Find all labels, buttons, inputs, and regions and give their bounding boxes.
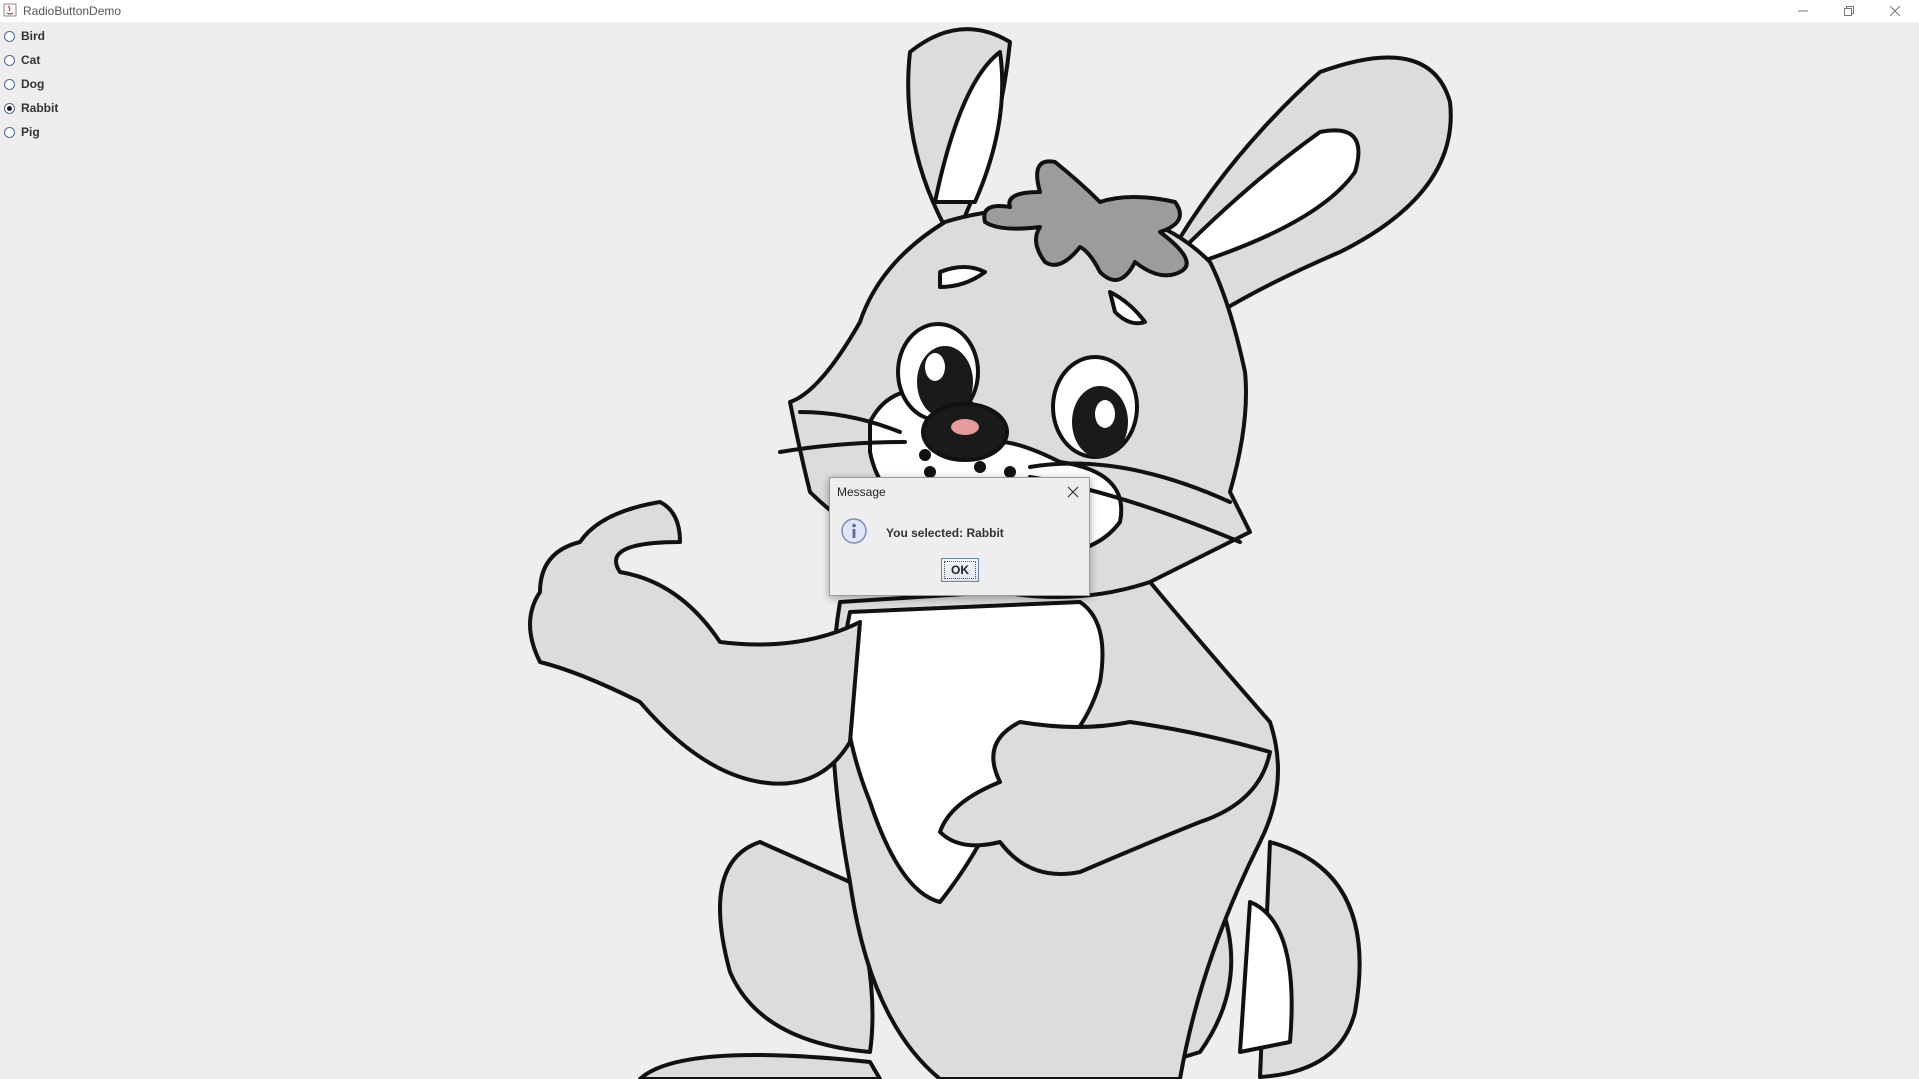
animal-radio-group: Bird Cat Dog Rabbit Pig — [4, 24, 58, 144]
radio-cat[interactable]: Cat — [4, 48, 58, 72]
radio-indicator[interactable] — [4, 126, 15, 138]
radio-indicator[interactable] — [4, 54, 15, 66]
dialog-message: You selected: Rabbit — [886, 526, 1004, 540]
close-icon — [1890, 6, 1900, 16]
dialog-close-icon[interactable] — [1065, 484, 1081, 500]
minimize-button[interactable] — [1780, 0, 1826, 22]
window-title: RadioButtonDemo — [23, 4, 122, 18]
radio-label: Dog — [21, 77, 45, 91]
message-dialog: Message You selected: Rabbit OK — [829, 477, 1090, 596]
radio-label: Pig — [21, 125, 40, 139]
radio-pig[interactable]: Pig — [4, 120, 58, 144]
info-icon — [841, 518, 867, 544]
radio-bird[interactable]: Bird — [4, 24, 58, 48]
restore-icon — [1844, 6, 1854, 16]
java-app-icon — [3, 3, 17, 17]
radio-dog[interactable]: Dog — [4, 72, 58, 96]
close-button[interactable] — [1872, 0, 1918, 22]
restore-button[interactable] — [1826, 0, 1872, 22]
radio-indicator[interactable] — [4, 30, 15, 42]
radio-indicator-selected[interactable] — [4, 102, 15, 114]
radio-selected-dot — [7, 105, 12, 111]
radio-rabbit[interactable]: Rabbit — [4, 96, 58, 120]
dialog-title: Message — [837, 485, 886, 499]
radio-indicator[interactable] — [4, 78, 15, 90]
radio-label: Cat — [21, 53, 41, 67]
radio-label: Bird — [21, 29, 45, 43]
radio-label: Rabbit — [21, 101, 59, 115]
ok-button[interactable]: OK — [941, 558, 979, 582]
minimize-icon — [1798, 10, 1808, 12]
title-bar: RadioButtonDemo — [0, 0, 1919, 22]
